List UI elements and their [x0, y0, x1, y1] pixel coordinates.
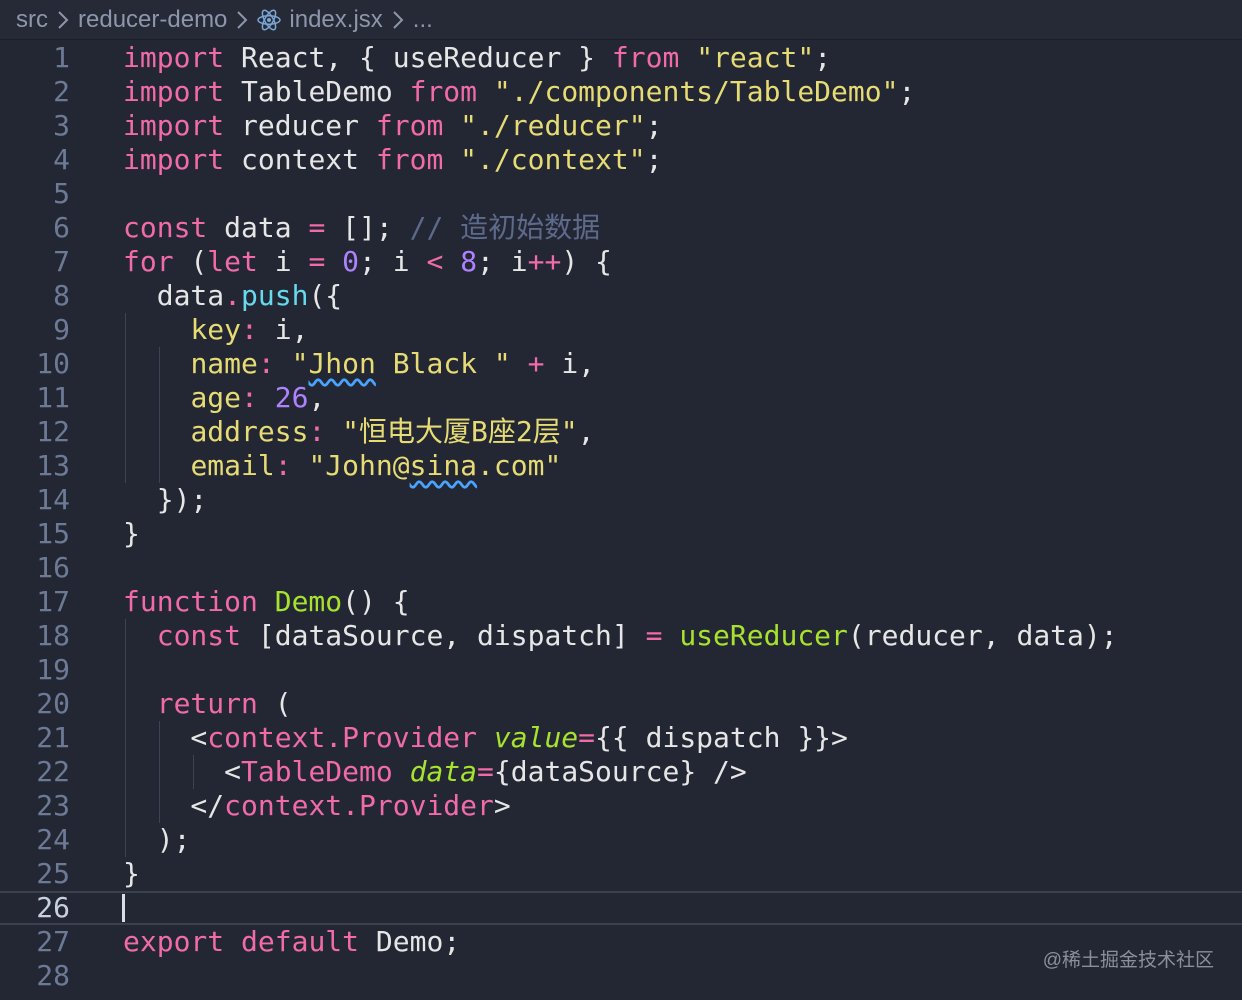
watermark: @稀土掘金技术社区 [1042, 950, 1214, 971]
code-line[interactable]: 17 function Demo() { [0, 585, 1242, 619]
line-content: return ( [156, 687, 292, 720]
code-line[interactable]: 23 </context.Provider> [0, 789, 1242, 823]
line-content: <context.Provider value={{ dispatch }}> [123, 721, 848, 754]
chevron-right-icon [57, 10, 69, 30]
breadcrumb: src reducer-demo index.jsx ... [0, 0, 1242, 40]
code-line[interactable]: 8 data.push({ [0, 279, 1242, 313]
code-line[interactable]: 15} [0, 517, 1242, 551]
line-content: ); [123, 823, 191, 856]
line-content: age: 26, [190, 381, 326, 414]
line-content: key: i, [190, 313, 309, 346]
line-content: address: "恒电大厦B座2层", [190, 415, 595, 448]
current-line[interactable]: 26 [0, 891, 1242, 925]
line-content: }); [123, 483, 208, 516]
code-editor[interactable]: 1 import React, { useReducer } from "reac… [0, 41, 1242, 1000]
code-line[interactable]: 13 email: "John@sina.com" [0, 449, 1242, 483]
line-content: import context from "./context"; [123, 143, 663, 176]
code-line[interactable]: 11 age: 26, [0, 381, 1242, 415]
chevron-right-icon [392, 10, 404, 30]
line-number: 5 [53, 177, 70, 210]
current-line-highlight [0, 891, 1242, 925]
line-number: 20 [36, 687, 70, 720]
line-number: 22 [36, 755, 70, 788]
line-number: 17 [36, 585, 70, 618]
code-line[interactable]: 9 key: i, [0, 313, 1242, 347]
line-number: 13 [36, 449, 70, 482]
line-content: export default Demo; [123, 925, 461, 958]
line-number: 7 [53, 245, 70, 278]
code-line[interactable]: 3 import reducer from "./reducer"; [0, 109, 1242, 143]
line-number: 27 [36, 925, 70, 958]
line-number: 2 [53, 75, 70, 108]
line-number: 4 [53, 143, 70, 176]
line-number: 16 [36, 551, 70, 584]
code-line[interactable]: 18 const [dataSource, dispatch] = useRed… [0, 619, 1242, 653]
code-line[interactable]: 25} [0, 857, 1242, 891]
code-line[interactable]: 12 address: "恒电大厦B座2层", [0, 415, 1242, 449]
breadcrumb-item-reducer-demo[interactable]: reducer-demo [78, 6, 227, 34]
line-number: 11 [36, 381, 70, 414]
code-line[interactable]: 4 import context from "./context"; [0, 143, 1242, 177]
breadcrumb-item-more[interactable]: ... [413, 6, 433, 34]
line-content: } [123, 517, 140, 550]
line-number: 19 [36, 653, 70, 686]
code-line[interactable]: 16 [0, 551, 1242, 585]
line-content: email: "John@sina.com" [190, 449, 562, 482]
react-file-icon [257, 8, 282, 31]
line-number: 15 [36, 517, 70, 550]
code-line[interactable]: 14 }); [0, 483, 1242, 517]
line-content: import TableDemo from "./components/Tabl… [123, 75, 916, 108]
line-content: name: "Jhon Black " + i, [190, 347, 596, 380]
line-content: const [dataSource, dispatch] = useReduce… [156, 619, 1118, 652]
code-line[interactable]: 1 import React, { useReducer } from "reac… [0, 41, 1242, 75]
line-number: 8 [53, 279, 70, 312]
line-content: const data = []; // 造初始数据 [123, 211, 601, 244]
line-number: 12 [36, 415, 70, 448]
line-content: <TableDemo data={dataSource} /> [123, 755, 747, 788]
line-number: 18 [36, 619, 70, 652]
line-number: 6 [53, 211, 70, 244]
code-line[interactable]: 19 [0, 653, 1242, 687]
line-number: 28 [36, 959, 70, 992]
code-line[interactable]: 10 name: "Jhon Black " + i, [0, 347, 1242, 381]
line-number: 9 [53, 313, 70, 346]
line-number: 23 [36, 789, 70, 822]
code-line[interactable]: 5 [0, 177, 1242, 211]
breadcrumb-item-index-jsx[interactable]: index.jsx [289, 6, 382, 34]
line-content: function Demo() { [123, 585, 410, 618]
code-line[interactable]: 21 <context.Provider value={{ dispatch }… [0, 721, 1242, 755]
line-number: 14 [36, 483, 70, 516]
code-line[interactable]: 20 return ( [0, 687, 1242, 721]
line-number: 25 [36, 857, 70, 890]
code-line[interactable]: 2 import TableDemo from "./components/Tab… [0, 75, 1242, 109]
line-content: </context.Provider> [123, 789, 511, 822]
line-content: } [123, 857, 140, 890]
spelling-squiggle: sina [409, 449, 478, 482]
text-cursor [122, 894, 125, 922]
code-line[interactable]: 24 ); [0, 823, 1242, 857]
line-number: 1 [53, 41, 70, 74]
line-number: 3 [53, 109, 70, 142]
line-number: 26 [36, 891, 70, 924]
line-number: 21 [36, 721, 70, 754]
line-number: 10 [36, 347, 70, 380]
chevron-right-icon [236, 10, 248, 30]
line-content: import reducer from "./reducer"; [123, 109, 663, 142]
breadcrumb-item-src[interactable]: src [16, 6, 48, 34]
code-line[interactable]: 6 const data = []; // 造初始数据 [0, 211, 1242, 245]
line-content: data.push({ [123, 279, 343, 312]
line-content: import React, { useReducer } from "react… [123, 41, 832, 74]
line-content: for (let i = 0; i < 8; i++) { [123, 245, 612, 278]
code-line[interactable]: 22 <TableDemo data={dataSource} /> [0, 755, 1242, 789]
line-number: 24 [36, 823, 70, 856]
spelling-squiggle: Jhon [308, 347, 376, 380]
code-line[interactable]: 7 for (let i = 0; i < 8; i++) { [0, 245, 1242, 279]
